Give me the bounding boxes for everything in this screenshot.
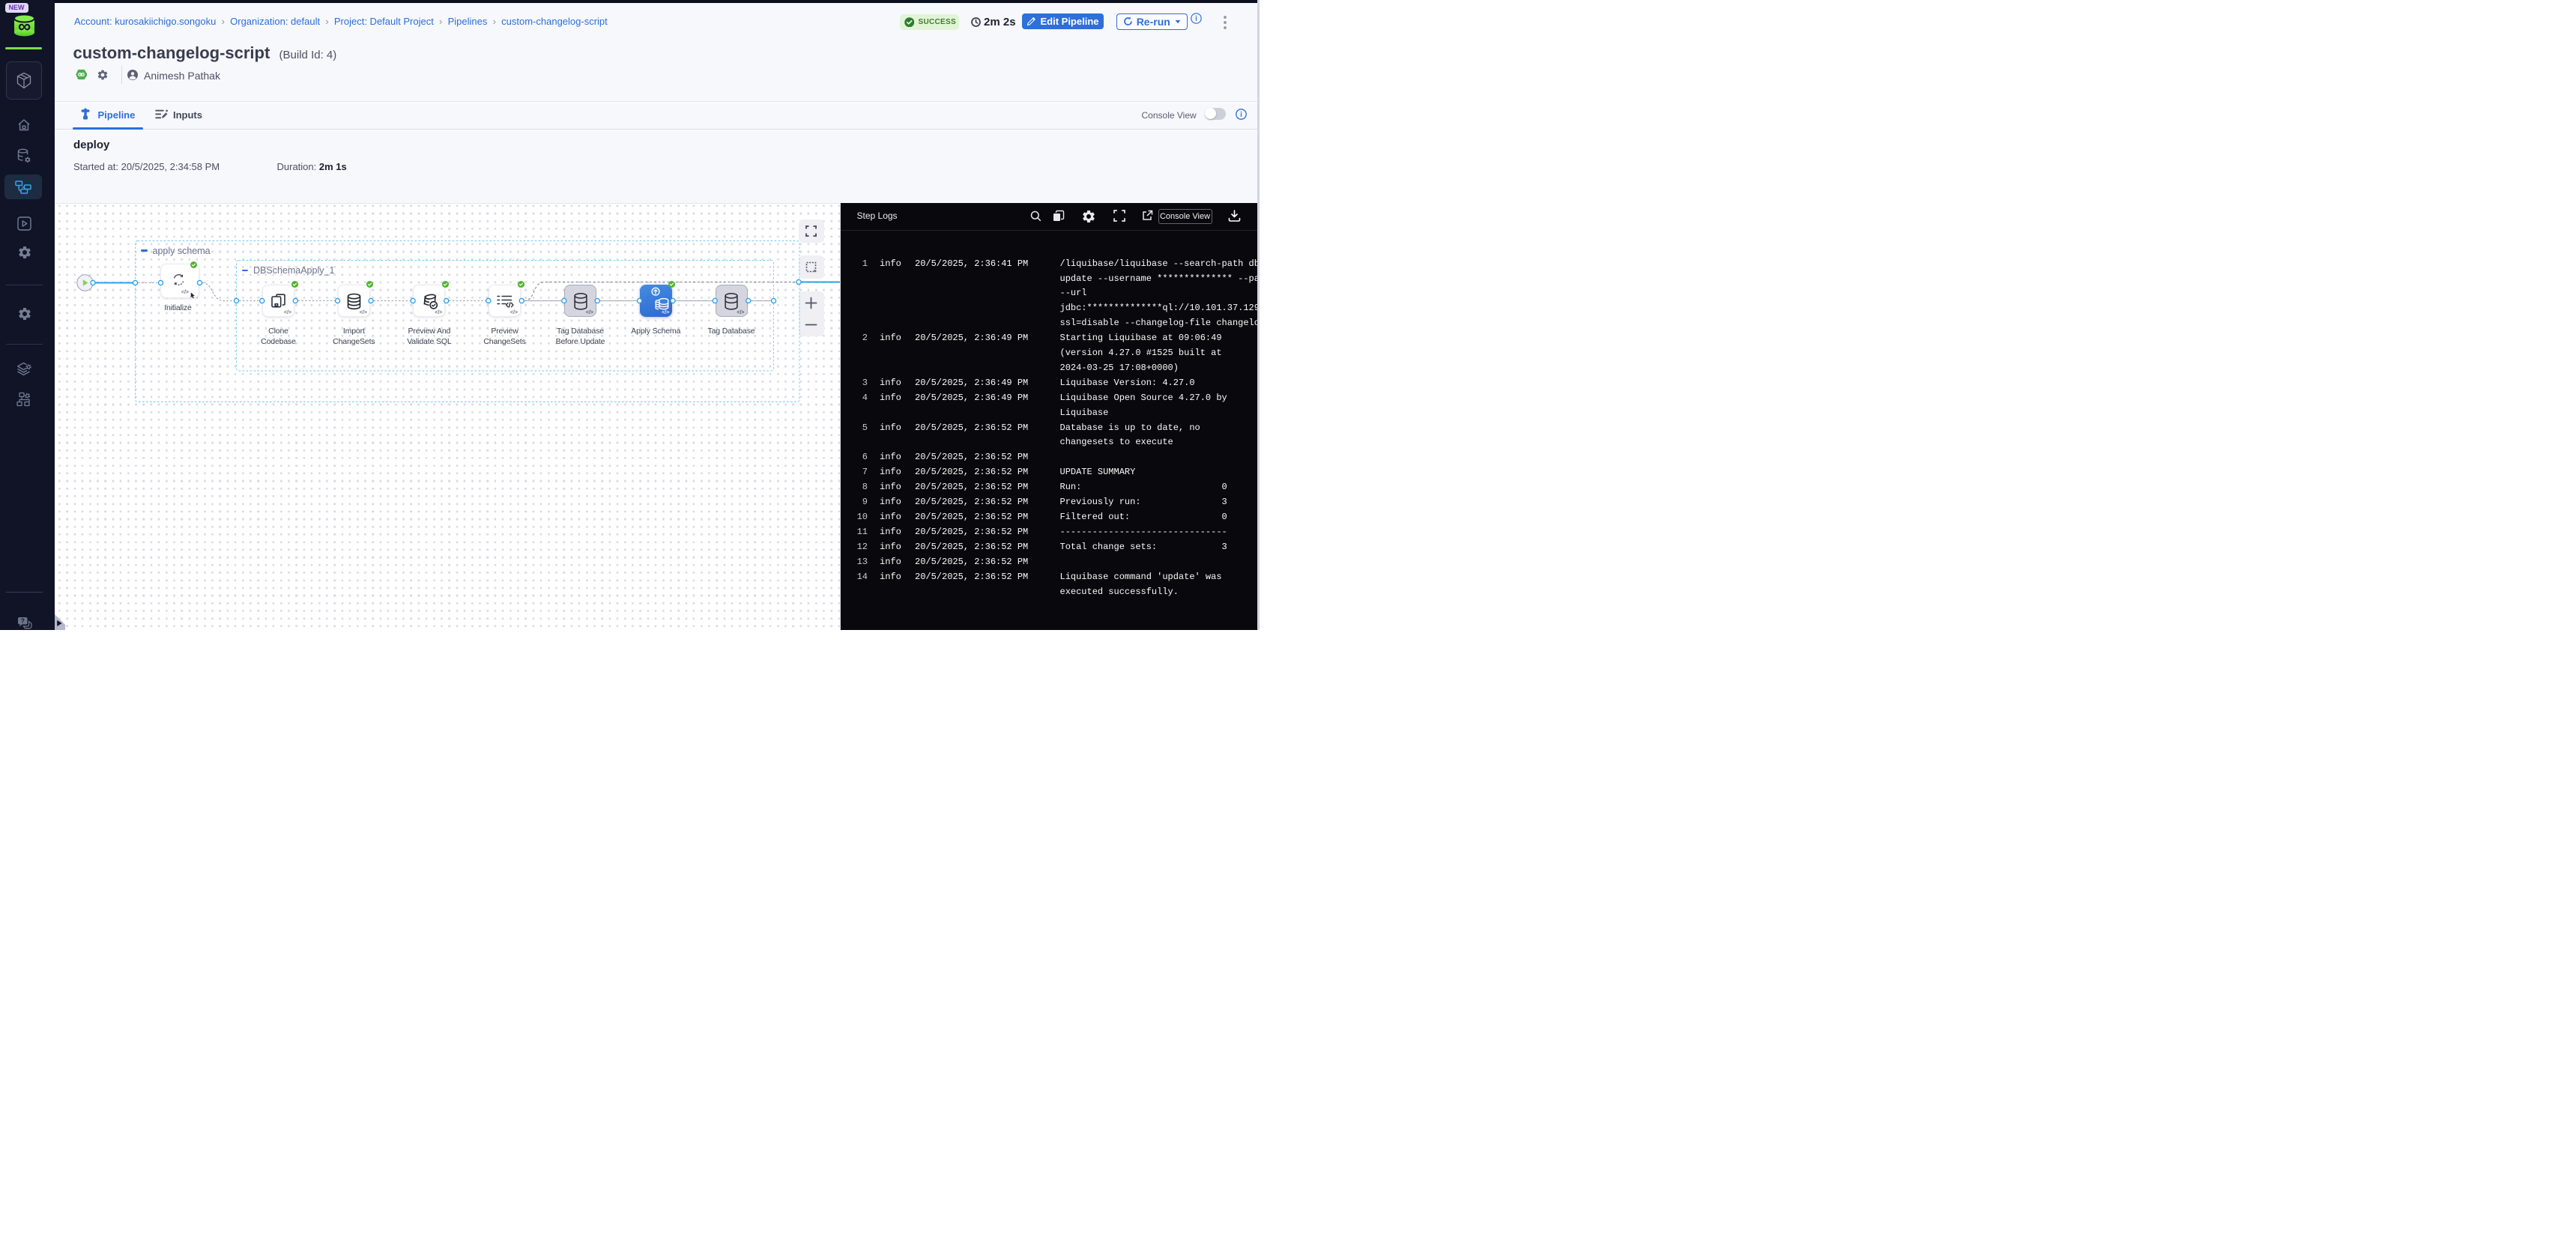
svg-text:∞: ∞	[18, 16, 31, 37]
svg-text:?: ?	[21, 617, 25, 625]
